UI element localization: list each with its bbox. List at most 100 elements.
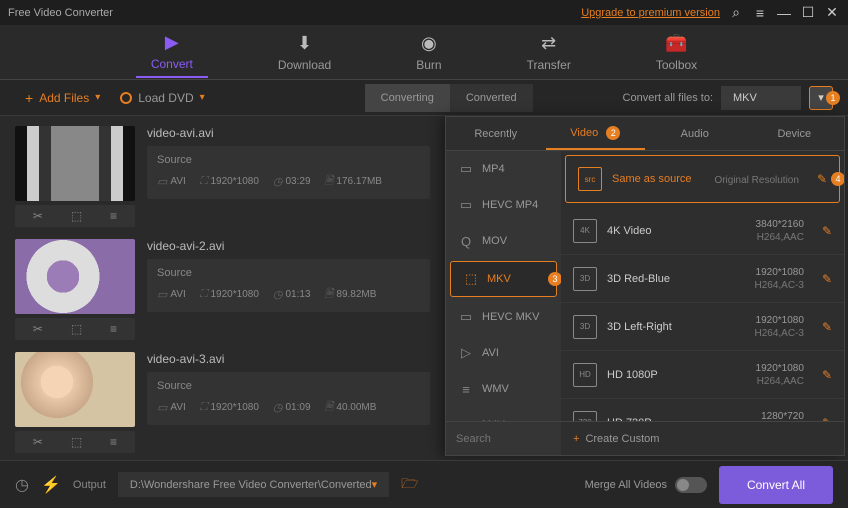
tab-audio[interactable]: Audio [645,117,745,150]
format-select[interactable]: MKV [721,86,801,110]
lightning-icon[interactable]: ⚡ [41,475,61,495]
settings-icon[interactable]: ≡ [110,209,117,223]
minimize-icon[interactable]: — [776,5,792,21]
edit-icon[interactable]: ✎ [822,224,832,238]
toolbox-icon: 🧰 [665,33,687,54]
nav-transfer[interactable]: ⇄Transfer [512,28,586,77]
preset-icon: 720 [573,411,597,422]
cat-wmv[interactable]: ≡WMV [446,371,561,407]
video-thumbnail[interactable] [15,352,135,427]
cat-mkv[interactable]: ⬚MKV3 [450,261,557,297]
preset-720p[interactable]: 720HD 720P1280*720H264,AAC✎ [561,399,844,421]
chevron-down-icon: ▾ [95,92,100,103]
format-panel: Recently Video2 Audio Device ▭MP4 ▭HEVC … [445,116,845,456]
preset-icon: src [578,167,602,191]
cat-mp4[interactable]: ▭MP4 [446,151,561,187]
cut-icon[interactable]: ✂ [33,435,43,449]
premium-link[interactable]: Upgrade to premium version [581,7,720,19]
nav-burn[interactable]: ◉ Burn [401,28,456,77]
nav-convert[interactable]: ▶Convert [136,27,208,78]
file-icon: 🗎 [325,172,334,191]
preset-3d-lr[interactable]: 3D3D Left-Right1920*1080H264,AC-3✎ [561,303,844,351]
video-file-icon: Q [458,234,474,249]
convert-all-button[interactable]: Convert All [719,466,833,504]
output-label: Output [73,479,106,491]
preset-3d-rb[interactable]: 3D3D Red-Blue1920*1080H264,AC-3✎ [561,255,844,303]
preset-icon: 4K [573,219,597,243]
source-label: Source [157,380,420,392]
app-title: Free Video Converter [8,7,113,19]
menu-icon[interactable]: ≡ [752,5,768,21]
clock-icon: ◷ [273,288,283,301]
main-nav: ▶Convert ⬇Download ◉ Burn ⇄Transfer 🧰 Tool… [0,25,848,80]
close-icon[interactable]: ✕ [824,4,840,21]
edit-icon[interactable]: ✎ [822,368,832,382]
cat-mov[interactable]: QMOV [446,223,561,259]
add-files-button[interactable]: +Add Files▾ [15,85,110,111]
format-dropdown-button[interactable]: ▾1 [809,86,833,110]
preset-4k[interactable]: 4K4K Video3840*2160H264,AAC✎ [561,207,844,255]
step-badge-2: 2 [606,126,620,140]
nav-toolbox[interactable]: 🧰 Toolbox [641,28,712,77]
preset-icon: 3D [573,267,597,291]
cut-icon[interactable]: ✂ [33,209,43,223]
file-name: video-avi-2.avi [147,239,430,253]
cat-hevc-mp4[interactable]: ▭HEVC MP4 [446,187,561,223]
convert-icon: ▶ [165,32,179,53]
edit-icon[interactable]: ✎ [817,172,827,186]
resolution-icon: ⛶ [200,288,208,301]
format-icon: ▭ [157,288,167,301]
cat-m4v[interactable]: ▭M4V [446,407,561,421]
preset-1080p[interactable]: HDHD 1080P1920*1080H264,AAC✎ [561,351,844,399]
clock-icon[interactable]: ◷ [15,475,29,495]
tab-recently[interactable]: Recently [446,117,546,150]
resolution-icon: ⛶ [200,175,208,188]
titlebar: Free Video Converter Upgrade to premium … [0,0,848,25]
tab-converting[interactable]: Converting [365,84,450,112]
cat-hevc-mkv[interactable]: ▭HEVC MKV [446,299,561,335]
video-file-icon: ▭ [458,197,474,213]
thumb-tools: ✂ ⬚ ≡ [15,205,135,227]
source-label: Source [157,267,420,279]
nav-label: Toolbox [656,58,697,72]
crop-icon[interactable]: ⬚ [71,435,82,449]
preset-list: srcSame as sourceOriginal Resolution✎4 4… [561,151,844,421]
tab-device[interactable]: Device [745,117,845,150]
folder-icon[interactable]: 🗁 [401,473,418,497]
clock-icon: ◷ [273,175,283,188]
load-dvd-button[interactable]: Load DVD▾ [110,86,214,110]
crop-icon[interactable]: ⬚ [71,209,82,223]
settings-icon[interactable]: ≡ [110,322,117,336]
video-thumbnail[interactable] [15,126,135,201]
crop-icon[interactable]: ⬚ [71,322,82,336]
edit-icon[interactable]: ✎ [822,272,832,286]
file-item: ✂⬚≡ video-avi-3.avi Source ▭AVI⛶1920*108… [15,352,430,453]
file-item: ✂⬚≡ video-avi-2.avi Source ▭AVI⛶1920*108… [15,239,430,340]
preset-icon: HD [573,363,597,387]
preset-same-source[interactable]: srcSame as sourceOriginal Resolution✎4 [565,155,840,203]
chevron-down-icon: ▾ [372,478,378,491]
burn-icon: ◉ [421,33,437,54]
preset-icon: 3D [573,315,597,339]
settings-icon[interactable]: ≡ [110,435,117,449]
nav-download[interactable]: ⬇Download [263,28,346,77]
thumb-tools: ✂ ⬚ ≡ [15,431,135,453]
tab-video[interactable]: Video2 [546,117,646,150]
edit-icon[interactable]: ✎ [822,320,832,334]
tab-converted[interactable]: Converted [450,84,533,112]
search-icon[interactable]: ⌕ [728,4,744,21]
file-name: video-avi.avi [147,126,430,140]
maximize-icon[interactable]: ☐ [800,4,816,21]
search-input[interactable] [446,422,561,455]
nav-label: Burn [416,58,441,72]
video-thumbnail[interactable] [15,239,135,314]
video-file-icon: ▭ [458,309,474,325]
download-icon: ⬇ [297,33,312,54]
transfer-icon: ⇄ [541,33,556,54]
footer: ◷ ⚡ Output D:\Wondershare Free Video Con… [0,460,848,508]
cat-avi[interactable]: ▷AVI [446,335,561,371]
create-custom-button[interactable]: +Create Custom [561,422,844,455]
cut-icon[interactable]: ✂ [33,322,43,336]
output-path[interactable]: D:\Wondershare Free Video Converter\Conv… [118,472,389,497]
merge-toggle[interactable] [675,477,707,493]
